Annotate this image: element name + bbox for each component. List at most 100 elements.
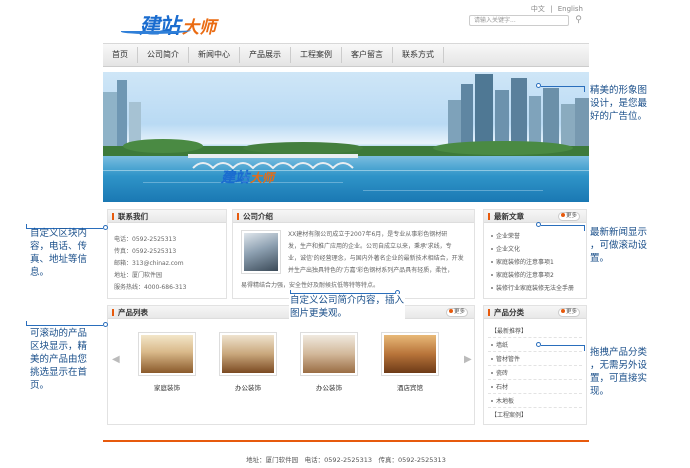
title-marker bbox=[237, 213, 239, 220]
callout-leader-line bbox=[26, 325, 103, 326]
nav-cases[interactable]: 工程案例 bbox=[291, 44, 341, 66]
callout-leader-line bbox=[584, 345, 585, 351]
callout-leader-line bbox=[26, 224, 27, 229]
footer-info: 地址：厦门软件园 电话：0592-2525313 传真：0592-2525313 bbox=[246, 456, 446, 464]
scroll-left-icon[interactable]: ◀ bbox=[112, 354, 120, 365]
nav-guestbook[interactable]: 客户留言 bbox=[342, 44, 392, 66]
lang-chinese-link[interactable]: 中文 bbox=[531, 5, 545, 13]
title-marker bbox=[112, 213, 114, 220]
news-item[interactable]: 家庭装修的注意事项2 bbox=[491, 270, 554, 279]
callout-leader-line bbox=[26, 321, 27, 326]
scroll-right-icon[interactable]: ▶ bbox=[464, 354, 472, 365]
lang-english-link[interactable]: English bbox=[558, 5, 583, 13]
callout-leader-line bbox=[584, 225, 585, 231]
category-item[interactable]: 【工程案例】 bbox=[491, 410, 527, 419]
categories-annotation: 拖拽产品分类 ，无需另外设 置，可直接实 现。 bbox=[590, 347, 648, 397]
products-annotation: 可滚动的产品 区块显示，精 美的产品由您 挑选显示在首 页。 bbox=[30, 328, 88, 391]
category-item[interactable]: 管材管件 bbox=[491, 354, 520, 363]
callout-anchor-dot bbox=[103, 225, 108, 230]
about-annotation: 自定义公司简介内容，插入 图片更美观。 bbox=[289, 294, 406, 320]
contact-box-header: 联系我们 bbox=[108, 210, 226, 223]
products-box: 产品列表 更多 ◀ ▶ 家庭装饰 办公装饰 办公装饰 酒店宾馆 bbox=[107, 305, 475, 425]
product-thumbnail[interactable] bbox=[219, 332, 277, 376]
callout-leader-line bbox=[541, 86, 584, 87]
nav-news[interactable]: 新闻中心 bbox=[189, 44, 239, 66]
about-box: 公司介绍 XX建材有限公司成立于2007年6月，是专业从事彩色钢材研 发，生产和… bbox=[232, 209, 475, 299]
divider bbox=[488, 351, 582, 352]
news-item[interactable]: 装修行业家庭装修无法全手册 bbox=[491, 283, 574, 292]
about-image bbox=[241, 230, 281, 274]
category-item[interactable]: 【最新推荐】 bbox=[491, 326, 527, 335]
product-caption[interactable]: 家庭装饰 bbox=[138, 382, 196, 392]
lang-separator: | bbox=[550, 5, 553, 13]
title-marker bbox=[488, 213, 490, 220]
callout-leader-line bbox=[541, 225, 584, 226]
banner-image[interactable]: 建站 大师 bbox=[103, 72, 589, 202]
news-box: 最新文章 更多 企业荣誉 企业文化 家庭装修的注意事项1 家庭装修的注意事项2 … bbox=[483, 209, 587, 299]
title-marker bbox=[112, 309, 114, 316]
about-title: 公司介绍 bbox=[243, 212, 273, 221]
contact-title: 联系我们 bbox=[118, 212, 148, 221]
product-caption[interactable]: 办公装饰 bbox=[219, 382, 277, 392]
logo-main-text: 建站 bbox=[139, 14, 180, 38]
product-caption[interactable]: 酒店宾馆 bbox=[381, 382, 439, 392]
product-thumbnail[interactable] bbox=[300, 332, 358, 376]
news-item[interactable]: 企业荣誉 bbox=[491, 231, 520, 240]
categories-title: 产品分类 bbox=[494, 308, 524, 317]
contact-box: 联系我们 电话：0592-2525313 传真：0592-2525313 邮箱：… bbox=[107, 209, 227, 299]
language-switcher: 中文 | English bbox=[528, 4, 583, 14]
nav-home[interactable]: 首页 bbox=[103, 44, 137, 66]
category-item[interactable]: 瓷砖 bbox=[491, 368, 508, 377]
about-text-line: 并生产出独具特色的'方嘉'彩色钢材系列产品具有轻质，柔性， bbox=[288, 267, 454, 274]
site-logo[interactable]: 建站 大师 bbox=[119, 8, 251, 38]
news-more-button[interactable]: 更多 bbox=[558, 212, 580, 221]
banner-logo-accent: 大师 bbox=[250, 171, 277, 185]
about-text-line: 易得精结合力强，安全性好及耐候抗低等特等特点。 bbox=[241, 282, 380, 289]
categories-box-header: 产品分类 更多 bbox=[484, 306, 586, 319]
product-thumbnail[interactable] bbox=[138, 332, 196, 376]
news-item[interactable]: 企业文化 bbox=[491, 244, 520, 253]
contact-address: 地址：厦门软件园 bbox=[114, 272, 163, 279]
nav-contact[interactable]: 联系方式 bbox=[393, 44, 443, 66]
news-box-header: 最新文章 更多 bbox=[484, 210, 586, 223]
news-item[interactable]: 家庭装修的注意事项1 bbox=[491, 257, 554, 266]
logo-accent-text: 大师 bbox=[182, 18, 216, 38]
search-input[interactable]: 请输入关键字... bbox=[469, 15, 569, 26]
title-marker bbox=[488, 309, 490, 316]
product-thumbnail[interactable] bbox=[381, 332, 439, 376]
callout-leader-line bbox=[584, 86, 585, 92]
divider bbox=[488, 407, 582, 408]
about-text-line: XX建材有限公司成立于2007年6月，是专业从事彩色钢材研 bbox=[288, 231, 448, 238]
banner-annotation: 精美的形象图 设计，是您最 好的广告位。 bbox=[590, 85, 648, 122]
category-item[interactable]: 石材 bbox=[491, 382, 508, 391]
website-mockup: 建站 大师 中文 | English 请输入关键字... ⚲ 首页 公司简介 新… bbox=[103, 0, 589, 468]
about-text-line: 业，诚信'的经营理念，与国内外著名企业的最新技术相结合，开发 bbox=[288, 255, 464, 262]
contact-hotline: 服务热线：4000-686-313 bbox=[114, 284, 187, 291]
category-item[interactable]: 墙纸 bbox=[491, 340, 508, 349]
product-caption[interactable]: 办公装饰 bbox=[300, 382, 358, 392]
categories-box: 产品分类 更多 【最新推荐】 墙纸 管材管件 瓷砖 石材 木地板 【工程案例】 bbox=[483, 305, 587, 425]
city-skyline-illustration: 建站 大师 bbox=[103, 74, 589, 191]
nav-about[interactable]: 公司简介 bbox=[138, 44, 188, 66]
about-box-header: 公司介绍 bbox=[233, 210, 474, 223]
about-text-line: 发，生产和推广应用的企业。公司自成立以来，秉承'求线，专 bbox=[288, 243, 452, 250]
news-annotation: 最新新闻显示 ，可做滚动设 置。 bbox=[590, 227, 648, 264]
nav-divider bbox=[443, 47, 444, 63]
divider bbox=[488, 365, 582, 366]
search-icon[interactable]: ⚲ bbox=[573, 15, 584, 26]
divider bbox=[488, 393, 582, 394]
main-nav: 首页 公司简介 新闻中心 产品展示 工程案例 客户留言 联系方式 bbox=[103, 43, 589, 67]
contact-phone: 电话：0592-2525313 bbox=[114, 236, 177, 243]
category-item[interactable]: 木地板 bbox=[491, 396, 514, 405]
callout-anchor-dot bbox=[103, 322, 108, 327]
products-title: 产品列表 bbox=[118, 308, 148, 317]
divider bbox=[488, 379, 582, 380]
nav-products[interactable]: 产品展示 bbox=[240, 44, 290, 66]
contact-email: 邮箱：313@chinaz.com bbox=[114, 260, 184, 267]
categories-more-button[interactable]: 更多 bbox=[558, 308, 580, 317]
news-title: 最新文章 bbox=[494, 212, 524, 221]
products-more-button[interactable]: 更多 bbox=[446, 308, 468, 317]
callout-leader-line bbox=[541, 345, 584, 346]
banner-logo-text: 建站 bbox=[220, 169, 252, 186]
contact-annotation: 自定义区块内 容，电话、传 真、地址等信 息。 bbox=[30, 228, 88, 278]
